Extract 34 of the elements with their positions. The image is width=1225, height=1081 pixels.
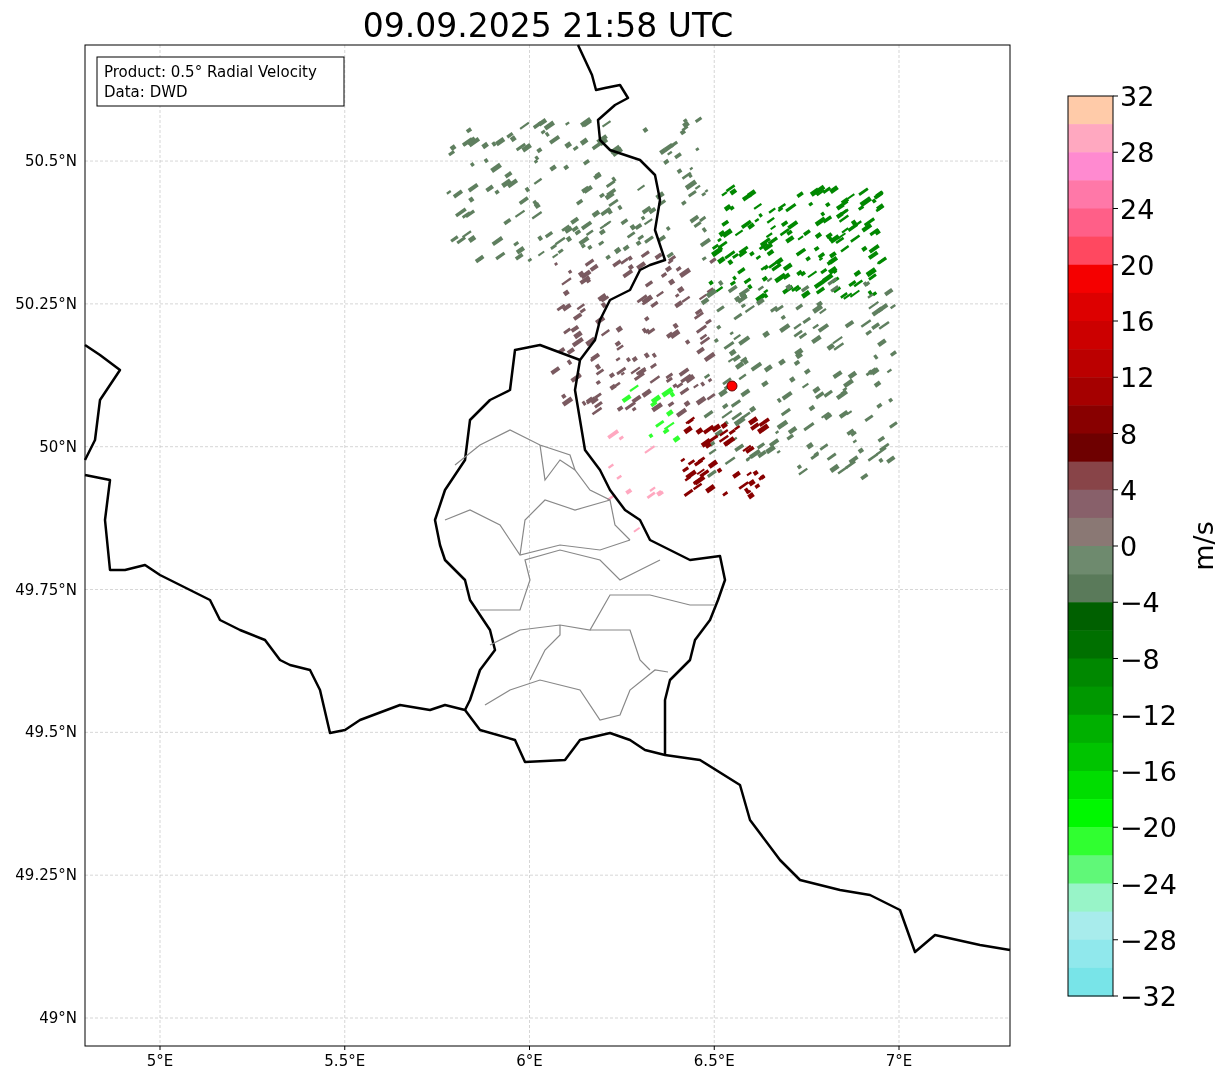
latitude-label: 49.5°N (24, 723, 77, 742)
colorbar-tick-label: 24 (1120, 193, 1155, 225)
colorbar-tick-label: 4 (1120, 474, 1138, 506)
colorbar-label: m/s (1188, 521, 1219, 571)
radar-site-marker (726, 380, 738, 392)
chart-title: 09.09.2025 21:58 UTC (362, 6, 734, 45)
colorbar-tick-label: 16 (1120, 306, 1155, 337)
longitude-label: 5.5°E (324, 1052, 366, 1070)
longitude-label: 7°E (885, 1052, 913, 1070)
colorbar-tick-label: −16 (1120, 756, 1177, 787)
info-text: Product: 0.5° Radial Velocity (104, 63, 317, 81)
colorbar-tick-label: −4 (1120, 587, 1160, 619)
info-text: Data: DWD (104, 83, 188, 101)
longitude-label: 5°E (146, 1052, 174, 1070)
colorbar-tick-label: 8 (1120, 418, 1138, 450)
latitude-label: 49°N (39, 1009, 77, 1027)
latitude-label: 50°N (39, 437, 77, 456)
colorbar-tick-label: −12 (1120, 699, 1177, 731)
latitude-label: 49.25°N (15, 866, 77, 885)
colorbar-tick-label: 12 (1120, 362, 1155, 394)
colorbar-tick-label: −28 (1120, 924, 1177, 956)
colorbar-tick-label: −8 (1120, 643, 1160, 675)
longitude-label: 6°E (516, 1052, 543, 1070)
latitude-label: 50.25°N (15, 294, 77, 313)
colorbar-tick-label: −20 (1120, 812, 1177, 844)
latitude-label: 49.75°N (15, 580, 77, 599)
colorbar-tick-label: 28 (1120, 137, 1155, 169)
colorbar-tick-label: −24 (1120, 868, 1177, 900)
colorbar-tick-label: 0 (1120, 531, 1138, 562)
colorbar-tick-label: 20 (1120, 249, 1155, 281)
longitude-label: 6.5°E (693, 1052, 735, 1070)
latitude-label: 50.5°N (24, 152, 77, 171)
colorbar-tick-label: 32 (1120, 81, 1155, 112)
colorbar-tick-label: −32 (1120, 981, 1177, 1012)
